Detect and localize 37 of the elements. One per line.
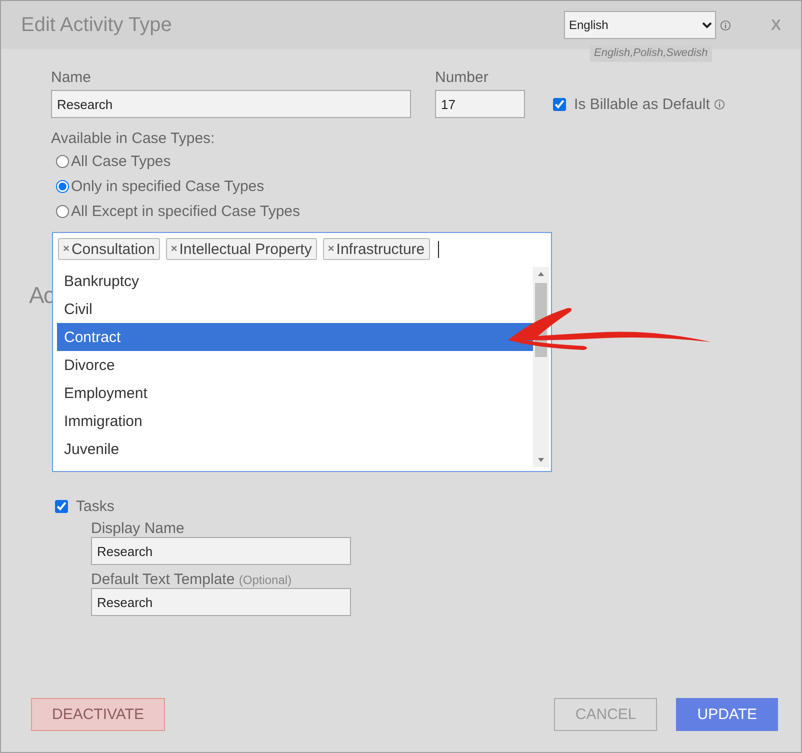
- remove-tag-button[interactable]: ×: [63, 243, 70, 255]
- remove-tag-button[interactable]: ×: [328, 243, 334, 255]
- radio-button[interactable]: [56, 180, 69, 193]
- language-select[interactable]: English: [564, 11, 716, 39]
- field-label: Name: [51, 69, 92, 86]
- name-field[interactable]: Research: [51, 90, 411, 118]
- info-icon[interactable]: [714, 98, 725, 110]
- section-label: Available in Case Types:: [51, 130, 216, 147]
- radio-label: All Case Types: [71, 153, 171, 170]
- radio-button[interactable]: [56, 205, 69, 218]
- field-label: Display Name: [91, 520, 186, 537]
- template-field[interactable]: Research: [91, 588, 351, 616]
- window-title: Edit Activity Type: [21, 14, 173, 36]
- case-type-tag[interactable]: ×Consultation: [58, 238, 160, 260]
- radio-button[interactable]: [56, 155, 69, 168]
- scroll-down-icon[interactable]: [537, 457, 545, 463]
- radio-label: All Except in specified Case Types: [71, 203, 300, 220]
- tasks-checkbox[interactable]: [55, 500, 68, 512]
- display-name-field[interactable]: Research: [91, 537, 351, 565]
- case-type-tag[interactable]: ×Intellectual Property: [166, 238, 317, 260]
- remove-tag-button[interactable]: ×: [170, 243, 178, 255]
- checkbox-label: Is Billable as Default: [574, 96, 710, 112]
- checkbox-label: Tasks: [76, 498, 114, 514]
- field-label: Default Text Template (Optional): [91, 571, 293, 588]
- info-icon[interactable]: [720, 20, 731, 30]
- case-type-tag[interactable]: ×Infrastructure: [322, 238, 430, 260]
- billable-checkbox[interactable]: [553, 98, 566, 110]
- number-field[interactable]: 17: [435, 90, 525, 118]
- text-cursor: [438, 240, 439, 258]
- case-type-picker[interactable]: ×Consultation ×Intellectual Property ×Infrastructure Bankruptcy Civil Contract Divorce Employment Immigration Juvenile: [52, 232, 552, 472]
- dialog-button[interactable]: UPDATE: [676, 698, 778, 731]
- scroll-up-icon[interactable]: [537, 271, 545, 277]
- radio-label: Only in specified Case Types: [71, 178, 264, 195]
- case-type-option[interactable]: Contract: [57, 323, 533, 351]
- field-label: Number: [435, 69, 490, 86]
- dialog-button[interactable]: DEACTIVATE: [31, 698, 165, 731]
- languages-hint: English,Polish,Swedish: [590, 45, 712, 62]
